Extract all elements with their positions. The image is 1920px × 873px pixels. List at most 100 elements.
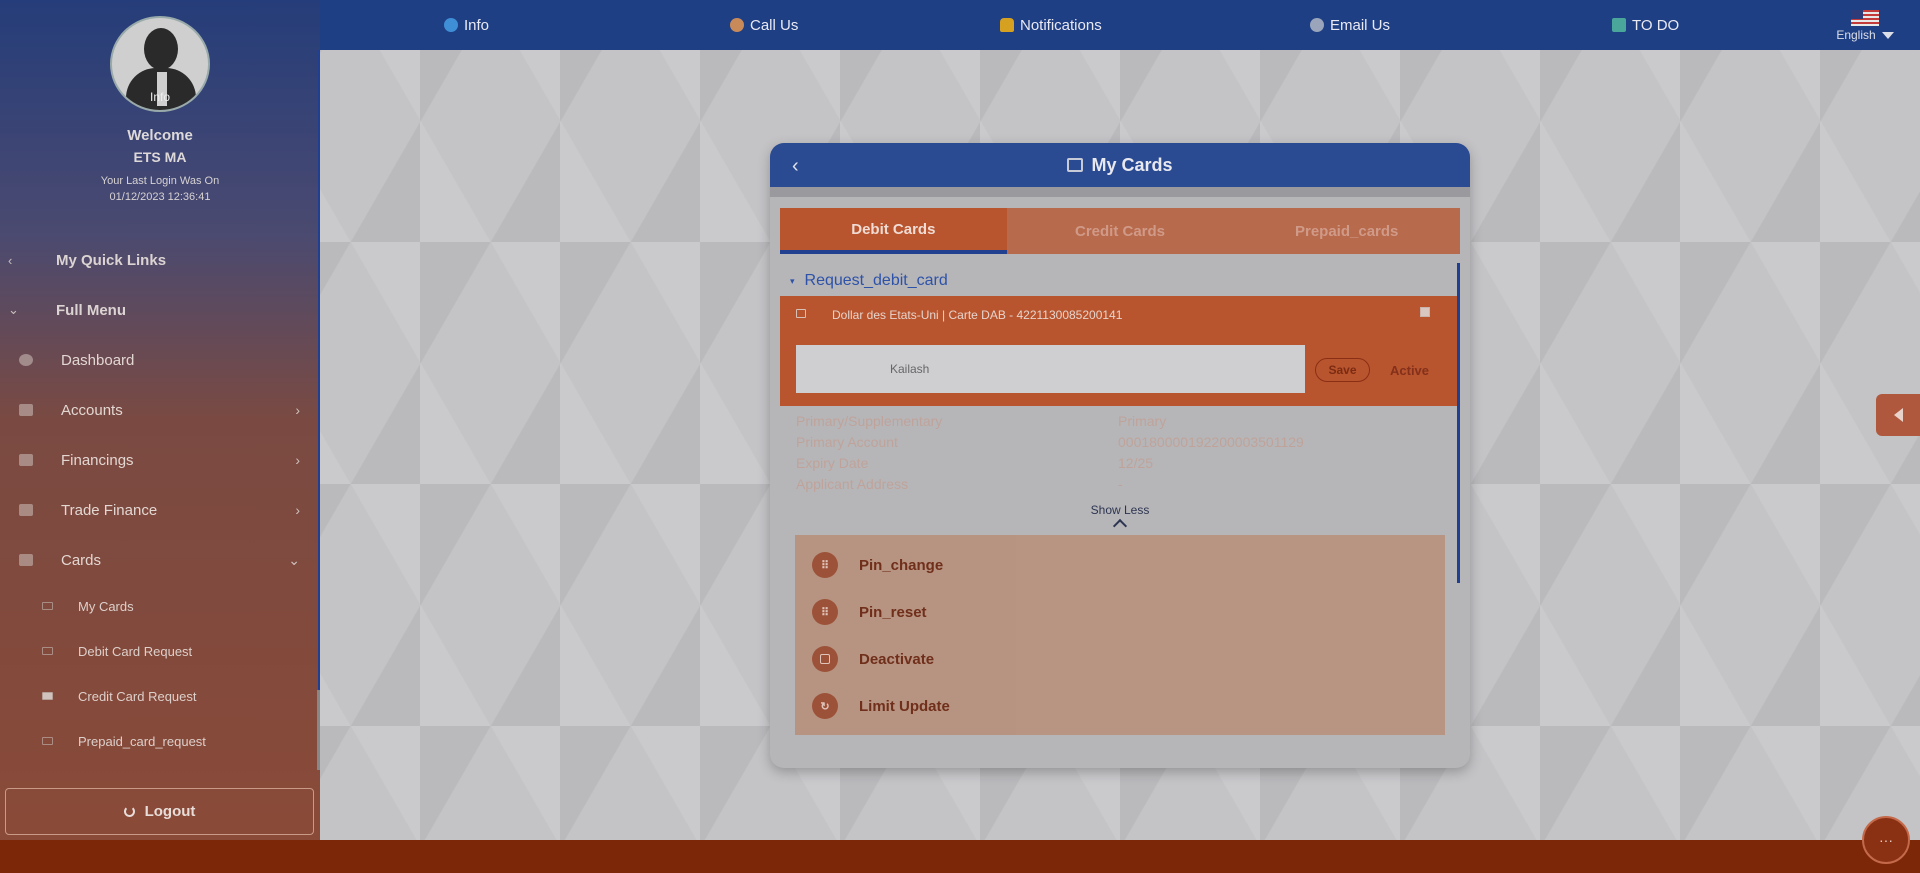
chevron-down-icon bbox=[1881, 32, 1894, 40]
bell-icon bbox=[1000, 18, 1014, 32]
sidebar-subitem-label: Debit Card Request bbox=[78, 643, 193, 659]
card-icon bbox=[1067, 158, 1084, 172]
bar-chart-icon bbox=[19, 454, 33, 466]
power-icon bbox=[123, 806, 135, 817]
full-menu-section[interactable]: ⌄ Full Menu bbox=[0, 290, 318, 330]
last-login-label: Your Last Login Was On bbox=[100, 175, 220, 187]
modal-header: ‹ My Cards bbox=[770, 143, 1470, 187]
caret-left-icon bbox=[1893, 408, 1903, 422]
welcome-text: Welcome bbox=[127, 127, 193, 144]
detail-value: Primary bbox=[1118, 413, 1167, 429]
back-icon[interactable]: ‹ bbox=[792, 155, 799, 178]
sidebar-item-label: Dashboard bbox=[61, 351, 135, 369]
tab-prepaid-cards[interactable]: Prepaid_cards bbox=[1233, 208, 1460, 254]
sidebar-item-cards[interactable]: Cards ⌄ bbox=[0, 538, 318, 582]
wallet-icon bbox=[19, 404, 33, 416]
chat-icon: ··· bbox=[1879, 832, 1893, 848]
topnav-email-us[interactable]: Email Us bbox=[1310, 14, 1390, 36]
chevron-up-icon[interactable] bbox=[1112, 518, 1128, 534]
card-icon bbox=[42, 692, 53, 700]
topnav-todo-label: TO DO bbox=[1632, 16, 1680, 34]
email-icon bbox=[1310, 18, 1324, 32]
action-deactivate[interactable]: Deactivate bbox=[795, 639, 1445, 679]
help-icon bbox=[19, 354, 33, 366]
sidebar-subitem-label: My Cards bbox=[78, 598, 134, 614]
tab-credit-cards[interactable]: Credit Cards bbox=[1007, 208, 1234, 254]
bottom-bar bbox=[0, 840, 1920, 873]
refresh-icon: ↻ bbox=[812, 693, 838, 719]
card-select-checkbox[interactable] bbox=[1420, 307, 1430, 317]
bullet-icon: ▾ bbox=[790, 275, 795, 286]
topnav-notifications-label: Notifications bbox=[1020, 16, 1102, 34]
chat-button[interactable]: ··· bbox=[1862, 816, 1910, 864]
card-icon bbox=[42, 737, 53, 745]
sidebar-subitem-prepaid-card-request[interactable]: Prepaid_card_request bbox=[0, 721, 318, 761]
request-debit-card-label: Request_debit_card bbox=[804, 272, 948, 289]
last-login: Your Last Login Was On 01/12/2023 12:36:… bbox=[0, 173, 320, 205]
sidebar-item-accounts[interactable]: Accounts › bbox=[0, 388, 318, 432]
sidebar-item-label: Accounts bbox=[61, 401, 123, 419]
sidebar-border bbox=[318, 50, 320, 690]
card-icon bbox=[42, 602, 53, 610]
action-pin-reset[interactable]: ⠿ Pin_reset bbox=[795, 592, 1445, 632]
last-login-value: 01/12/2023 12:36:41 bbox=[109, 191, 211, 203]
detail-value: 12/25 bbox=[1118, 455, 1154, 471]
sidebar-subitem-label: Credit Card Request bbox=[78, 688, 197, 704]
modal-scrollbar[interactable] bbox=[1457, 263, 1460, 583]
avatar[interactable]: Info bbox=[110, 16, 210, 112]
show-less-toggle[interactable]: Show Less bbox=[780, 503, 1460, 517]
sidebar-scrollbar[interactable] bbox=[317, 690, 320, 770]
sidebar-item-trade-finance[interactable]: Trade Finance › bbox=[0, 488, 318, 532]
chevron-right-icon: › bbox=[295, 502, 300, 518]
side-panel-toggle[interactable] bbox=[1876, 394, 1920, 436]
save-button[interactable]: Save bbox=[1315, 358, 1370, 382]
detail-value: 000180000192200003501129 bbox=[1118, 434, 1304, 450]
sidebar-subitem-credit-card-request[interactable]: Credit Card Request bbox=[0, 676, 318, 716]
card-header: Dollar des Etats-Uni | Carte DAB - 42211… bbox=[780, 296, 1460, 406]
chevron-down-icon: ⌄ bbox=[8, 302, 19, 317]
card-tabs: Debit Cards Credit Cards Prepaid_cards bbox=[780, 208, 1460, 254]
logout-label: Logout bbox=[144, 803, 196, 820]
card-status: Active bbox=[1390, 363, 1430, 378]
quick-links-label: My Quick Links bbox=[56, 251, 167, 269]
card-icon bbox=[42, 647, 53, 655]
topnav-call-us-label: Call Us bbox=[750, 16, 799, 34]
keypad-icon: ⠿ bbox=[812, 599, 838, 625]
logout-button[interactable]: Logout bbox=[5, 788, 314, 835]
chevron-right-icon: › bbox=[295, 452, 300, 468]
action-label: Limit Update bbox=[859, 697, 950, 715]
chevron-right-icon: › bbox=[295, 402, 300, 418]
topnav-call-us[interactable]: Call Us bbox=[730, 14, 798, 36]
quick-links-section[interactable]: ‹ My Quick Links bbox=[0, 240, 318, 280]
language-selector[interactable]: English bbox=[1830, 10, 1900, 42]
topnav-notifications[interactable]: Notifications bbox=[1000, 14, 1102, 36]
detail-key: Primary/Supplementary bbox=[796, 413, 943, 429]
sidebar-item-financings[interactable]: Financings › bbox=[0, 438, 318, 482]
chevron-down-icon: ⌄ bbox=[288, 551, 300, 568]
action-pin-change[interactable]: ⠿ Pin_change bbox=[795, 545, 1445, 585]
avatar-caption: Info bbox=[149, 90, 170, 104]
topnav-info[interactable]: Info bbox=[444, 14, 489, 36]
sidebar: Info Welcome ETS MA Your Last Login Was … bbox=[0, 0, 320, 840]
sidebar-subitem-my-cards[interactable]: My Cards bbox=[0, 586, 318, 626]
detail-key: Primary Account bbox=[796, 434, 898, 450]
handshake-icon bbox=[19, 504, 33, 516]
tab-debit-cards[interactable]: Debit Cards bbox=[780, 208, 1007, 254]
topnav-todo[interactable]: TO DO bbox=[1612, 14, 1679, 36]
card-actions-panel: ⠿ Pin_change ⠿ Pin_reset Deactivate ↻ Li… bbox=[795, 535, 1445, 735]
full-menu-label: Full Menu bbox=[56, 301, 126, 319]
modal-content: ▾ Request_debit_card Dollar des Etats-Un… bbox=[780, 263, 1462, 758]
action-label: Pin_reset bbox=[859, 603, 927, 621]
my-cards-modal: ‹ My Cards Debit Cards Credit Cards Prep… bbox=[770, 143, 1470, 768]
sidebar-subitem-debit-card-request[interactable]: Debit Card Request bbox=[0, 631, 318, 671]
action-limit-update[interactable]: ↻ Limit Update bbox=[795, 686, 1445, 726]
sidebar-item-label: Trade Finance bbox=[61, 501, 158, 519]
card-nickname-field[interactable]: Kailash bbox=[796, 345, 1305, 393]
sidebar-item-dashboard[interactable]: Dashboard bbox=[0, 338, 318, 382]
action-label: Pin_change bbox=[859, 556, 944, 574]
keypad-icon: ⠿ bbox=[812, 552, 838, 578]
detail-value: - bbox=[1118, 476, 1123, 492]
square-icon bbox=[812, 646, 838, 672]
topnav-email-us-label: Email Us bbox=[1330, 16, 1391, 34]
request-debit-card-link[interactable]: ▾ Request_debit_card bbox=[790, 272, 948, 290]
